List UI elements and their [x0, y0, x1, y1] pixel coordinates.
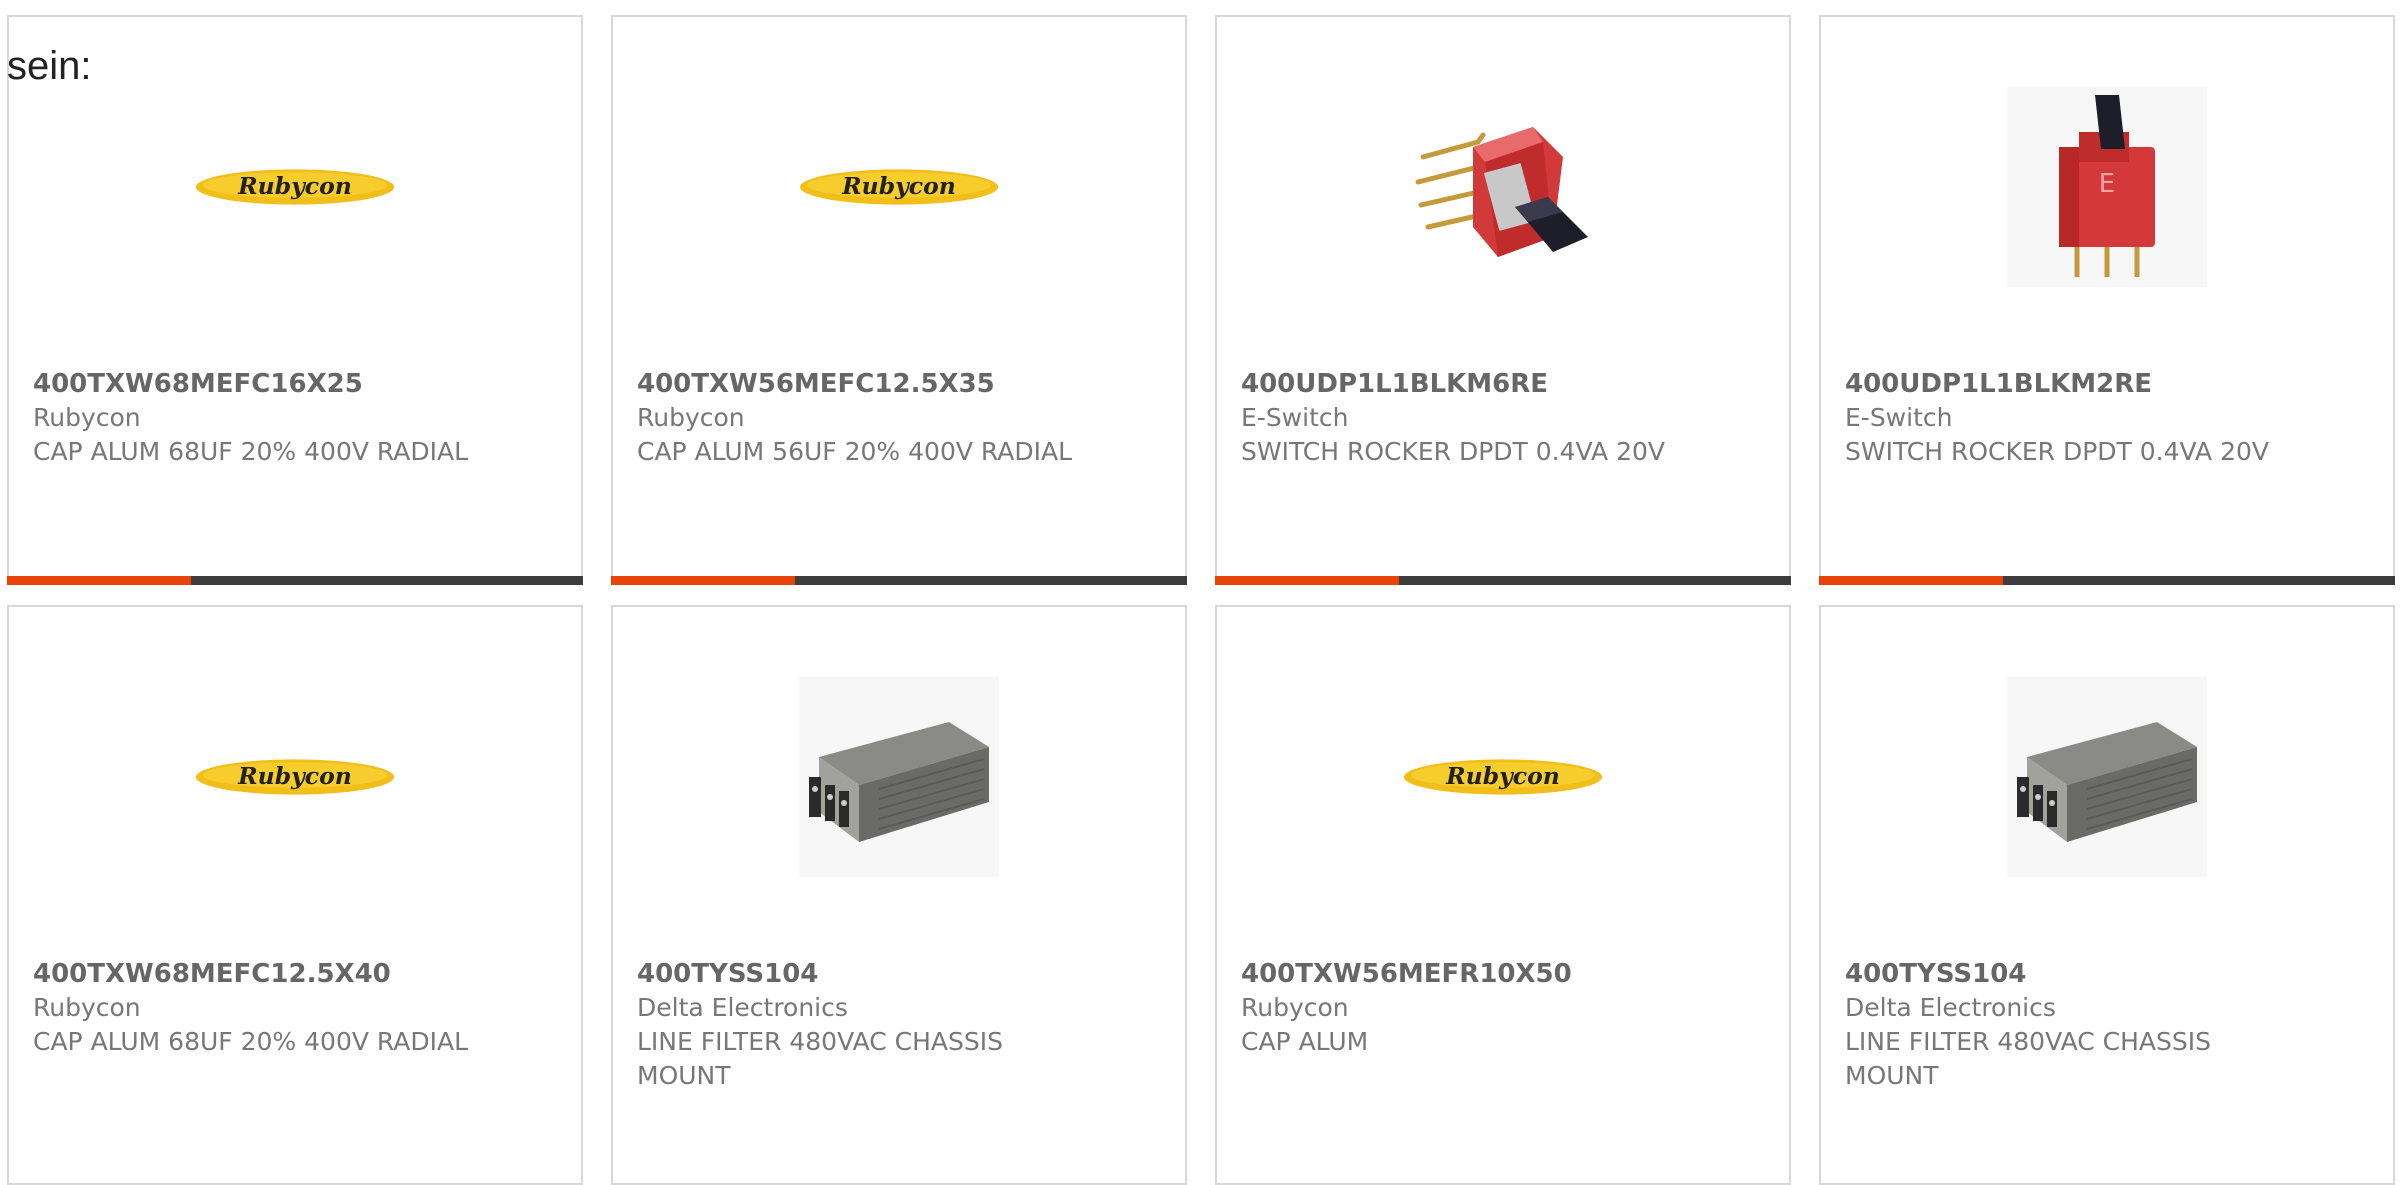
rubycon-logo-text: Rubycon: [1445, 762, 1560, 790]
product-card[interactable]: Rubycon 400TXW56MEFC12.5X35 Rubycon CAP …: [611, 15, 1187, 585]
description: SWITCH ROCKER DPDT 0.4VA 20V: [1241, 437, 1665, 466]
product-image[interactable]: E: [2007, 87, 2207, 287]
part-number[interactable]: 400UDP1L1BLKM6RE: [1241, 367, 1765, 401]
card-progress-bar: [7, 576, 583, 585]
rubycon-logo: Rubycon: [195, 169, 395, 205]
rocker-switch-right-angle-image: [1415, 127, 1588, 257]
manufacturer: Delta Electronics: [637, 993, 848, 1022]
rubycon-logo: Rubycon: [195, 759, 395, 795]
manufacturer: Rubycon: [1241, 993, 1349, 1022]
description: CAP ALUM 68UF 20% 400V RADIAL: [33, 437, 469, 466]
product-card[interactable]: Rubycon 400TXW56MEFR10X50 Rubycon CAP AL…: [1215, 605, 1791, 1185]
part-number[interactable]: 400TXW56MEFR10X50: [1241, 957, 1765, 991]
part-number[interactable]: 400TXW68MEFC12.5X40: [33, 957, 557, 991]
part-number[interactable]: 400TXW68MEFC16X25: [33, 367, 557, 401]
part-number[interactable]: 400TYSS104: [1845, 957, 2369, 991]
card-progress-bar: [1215, 576, 1791, 585]
switch-marking: E: [2099, 169, 2115, 199]
line-filter-image: [799, 677, 999, 877]
product-image[interactable]: [799, 677, 999, 877]
manufacturer: E-Switch: [1241, 403, 1349, 432]
progress-fill: [1819, 576, 2004, 585]
manufacturer: Rubycon: [33, 993, 141, 1022]
product-image[interactable]: [1403, 87, 1603, 287]
product-card[interactable]: 400UDP1L1BLKM6RE E-Switch SWITCH ROCKER …: [1215, 15, 1791, 585]
part-number[interactable]: 400TYSS104: [637, 957, 1161, 991]
product-card[interactable]: 400TYSS104 Delta Electronics LINE FILTER…: [611, 605, 1187, 1185]
manufacturer: E-Switch: [1845, 403, 1953, 432]
product-card[interactable]: Rubycon 400TXW68MEFC12.5X40 Rubycon CAP …: [7, 605, 583, 1185]
description: SWITCH ROCKER DPDT 0.4VA 20V: [1845, 437, 2269, 466]
description: CAP ALUM: [1241, 1027, 1369, 1056]
part-number[interactable]: 400UDP1L1BLKM2RE: [1845, 367, 2369, 401]
rocker-switch-vertical-image: E: [2007, 87, 2207, 287]
rubycon-logo-text: Rubycon: [237, 762, 352, 790]
description: LINE FILTER 480VAC CHASSIS MOUNT: [1845, 1027, 2211, 1090]
product-image[interactable]: Rubycon: [195, 677, 395, 877]
manufacturer: Delta Electronics: [1845, 993, 2056, 1022]
progress-fill: [1215, 576, 1400, 585]
rubycon-logo-text: Rubycon: [841, 172, 956, 200]
description: CAP ALUM 68UF 20% 400V RADIAL: [33, 1027, 469, 1056]
product-image[interactable]: Rubycon: [195, 87, 395, 287]
product-image[interactable]: [2007, 677, 2207, 877]
manufacturer: Rubycon: [637, 403, 745, 432]
product-image[interactable]: Rubycon: [799, 87, 999, 287]
card-progress-bar: [611, 576, 1187, 585]
manufacturer: Rubycon: [33, 403, 141, 432]
card-progress-bar: [1819, 576, 2395, 585]
rubycon-logo: Rubycon: [1403, 759, 1603, 795]
rubycon-logo-text: Rubycon: [237, 172, 352, 200]
line-filter-image: [2007, 677, 2207, 877]
product-card[interactable]: Rubycon 400TXW68MEFC16X25 Rubycon CAP AL…: [7, 15, 583, 585]
product-image[interactable]: Rubycon: [1403, 677, 1603, 877]
page-label: sein:: [7, 44, 92, 88]
description: LINE FILTER 480VAC CHASSIS MOUNT: [637, 1027, 1003, 1090]
rubycon-logo: Rubycon: [799, 169, 999, 205]
description: CAP ALUM 56UF 20% 400V RADIAL: [637, 437, 1073, 466]
progress-fill: [7, 576, 192, 585]
product-card[interactable]: E 400UDP1L1BLKM2RE E-Switch SWITCH ROCKE…: [1819, 15, 2395, 585]
part-number[interactable]: 400TXW56MEFC12.5X35: [637, 367, 1161, 401]
product-card[interactable]: 400TYSS104 Delta Electronics LINE FILTER…: [1819, 605, 2395, 1185]
progress-fill: [611, 576, 796, 585]
